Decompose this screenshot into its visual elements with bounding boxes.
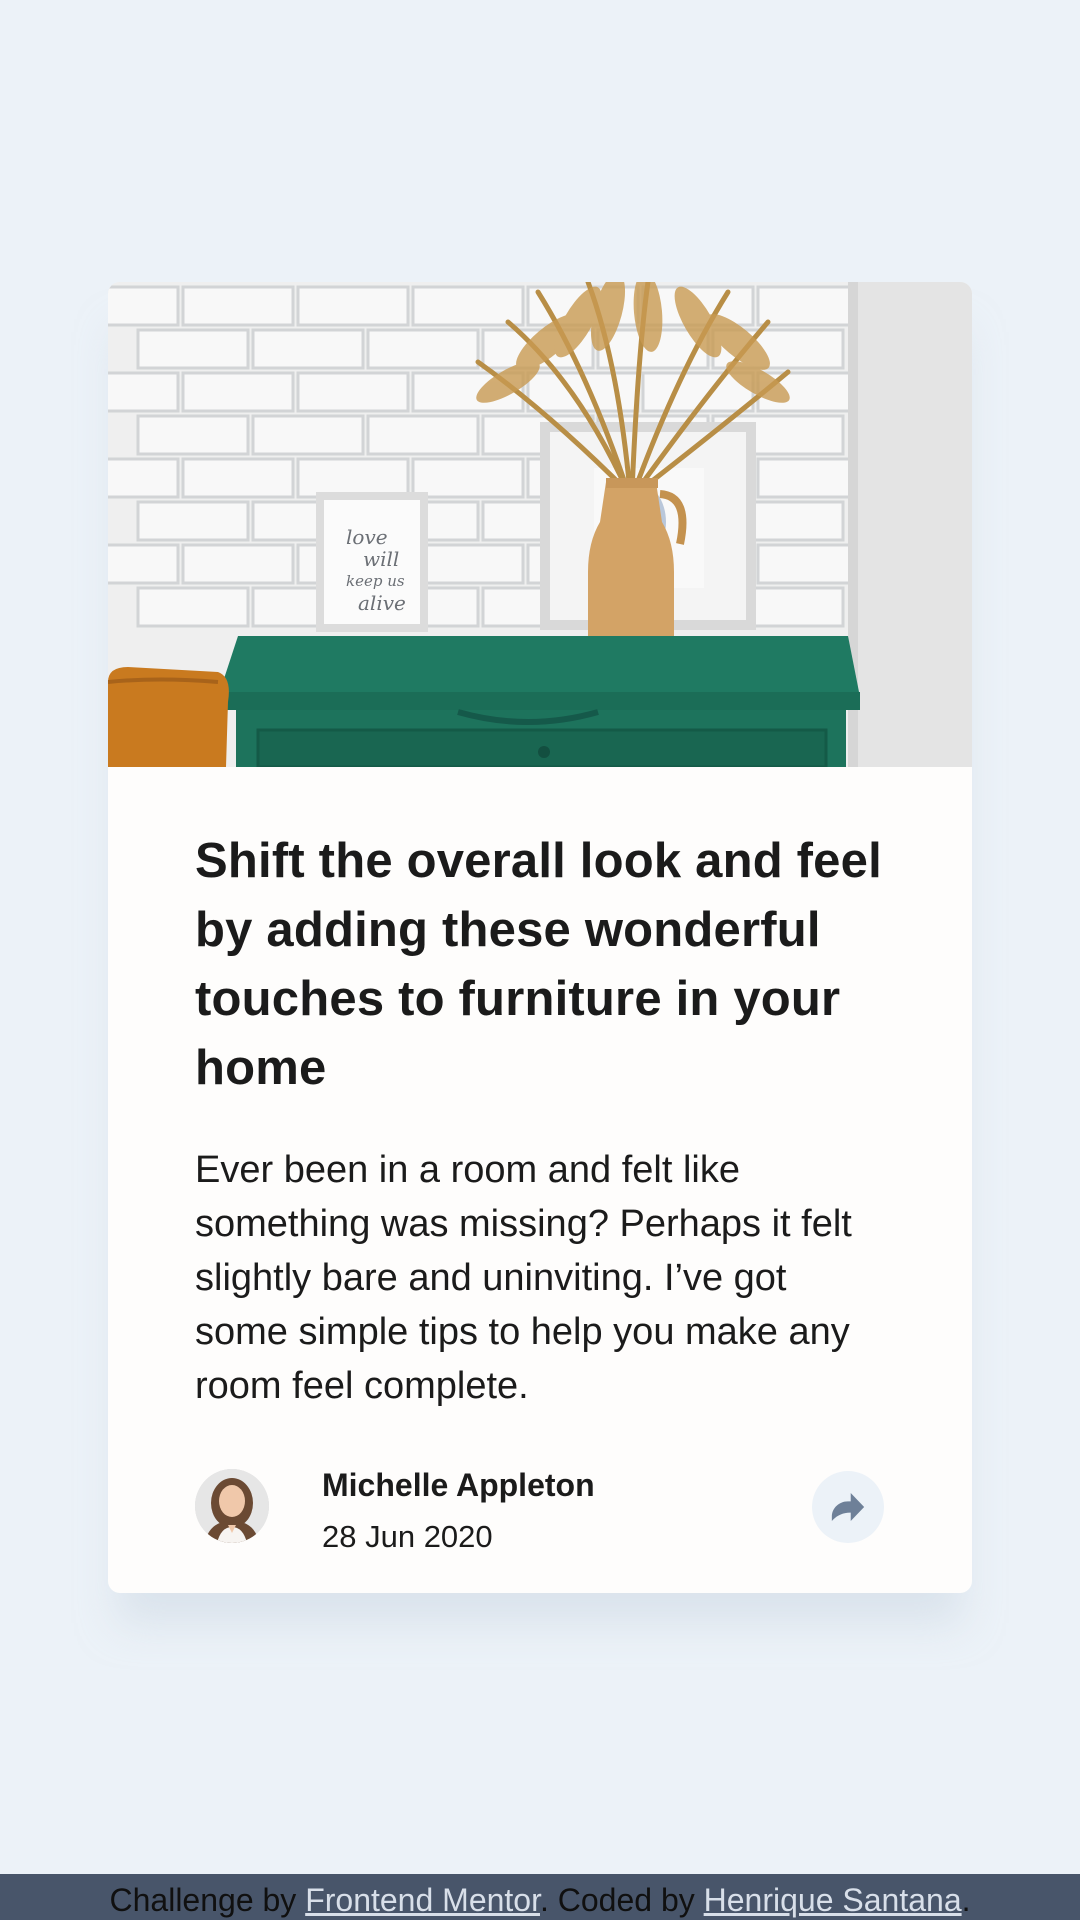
frontend-mentor-link[interactable]: Frontend Mentor bbox=[305, 1882, 540, 1918]
frame-text: love bbox=[346, 525, 388, 549]
svg-text:will: will bbox=[363, 547, 399, 571]
attribution-suffix: . bbox=[961, 1882, 971, 1918]
author-row: Michelle Appleton 28 Jun 2020 bbox=[195, 1467, 895, 1554]
article-description: Ever been in a room and felt like someth… bbox=[195, 1149, 852, 1407]
hero-image: love will keep us alive bbox=[108, 282, 972, 767]
article-card: love will keep us alive Shift the overal… bbox=[108, 282, 972, 1593]
author-name: Michelle Appleton bbox=[322, 1467, 595, 1503]
svg-text:keep us: keep us bbox=[346, 572, 405, 590]
publish-date: 28 Jun 2020 bbox=[322, 1519, 493, 1554]
attribution-footer: Challenge by Frontend Mentor. Coded by H… bbox=[0, 1874, 1080, 1920]
share-button[interactable] bbox=[812, 1471, 884, 1543]
attribution-prefix: Challenge by bbox=[109, 1882, 306, 1918]
attribution-middle: . Coded by bbox=[539, 1882, 704, 1918]
share-icon bbox=[831, 1493, 865, 1521]
drawers-illustration: love will keep us alive bbox=[108, 282, 972, 767]
author-avatar bbox=[195, 1469, 269, 1543]
article-title[interactable]: Shift the overall look and feel by addin… bbox=[195, 827, 895, 1103]
svg-text:alive: alive bbox=[358, 591, 406, 615]
card-content: Shift the overall look and feel by addin… bbox=[195, 827, 895, 1413]
author-link[interactable]: Henrique Santana bbox=[704, 1882, 962, 1918]
